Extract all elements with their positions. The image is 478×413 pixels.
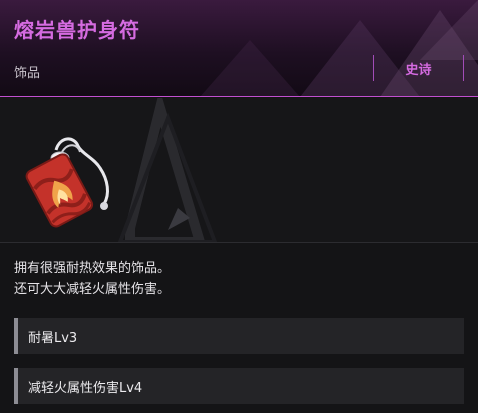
stat-label: 耐暑Lv3 xyxy=(28,330,78,346)
stat-row-heat-resistance: 耐暑Lv3 xyxy=(14,318,464,354)
item-category: 饰品 xyxy=(14,66,41,81)
description-line: 还可大大减轻火属性伤害。 xyxy=(14,282,171,297)
item-header: 熔岩兽护身符 饰品 史诗 xyxy=(0,0,478,97)
header-divider xyxy=(0,96,478,97)
item-detail-card: 熔岩兽护身符 饰品 史诗 拥有很强耐热效果的饰品。 还可大大减轻火属性伤害。 耐… xyxy=(0,0,478,413)
section-divider xyxy=(0,242,478,243)
fire-charm-icon xyxy=(25,137,109,228)
item-showcase xyxy=(0,98,478,242)
item-name: 熔岩兽护身符 xyxy=(14,18,140,42)
item-description: 拥有很强耐热效果的饰品。 还可大大减轻火属性伤害。 xyxy=(14,258,170,300)
stat-label: 减轻火属性伤害Lv4 xyxy=(28,380,143,396)
rarity-badge: 史诗 xyxy=(373,55,464,81)
description-line: 拥有很强耐热效果的饰品。 xyxy=(14,261,171,276)
stat-row-fire-damage-reduction: 减轻火属性伤害Lv4 xyxy=(14,368,464,404)
